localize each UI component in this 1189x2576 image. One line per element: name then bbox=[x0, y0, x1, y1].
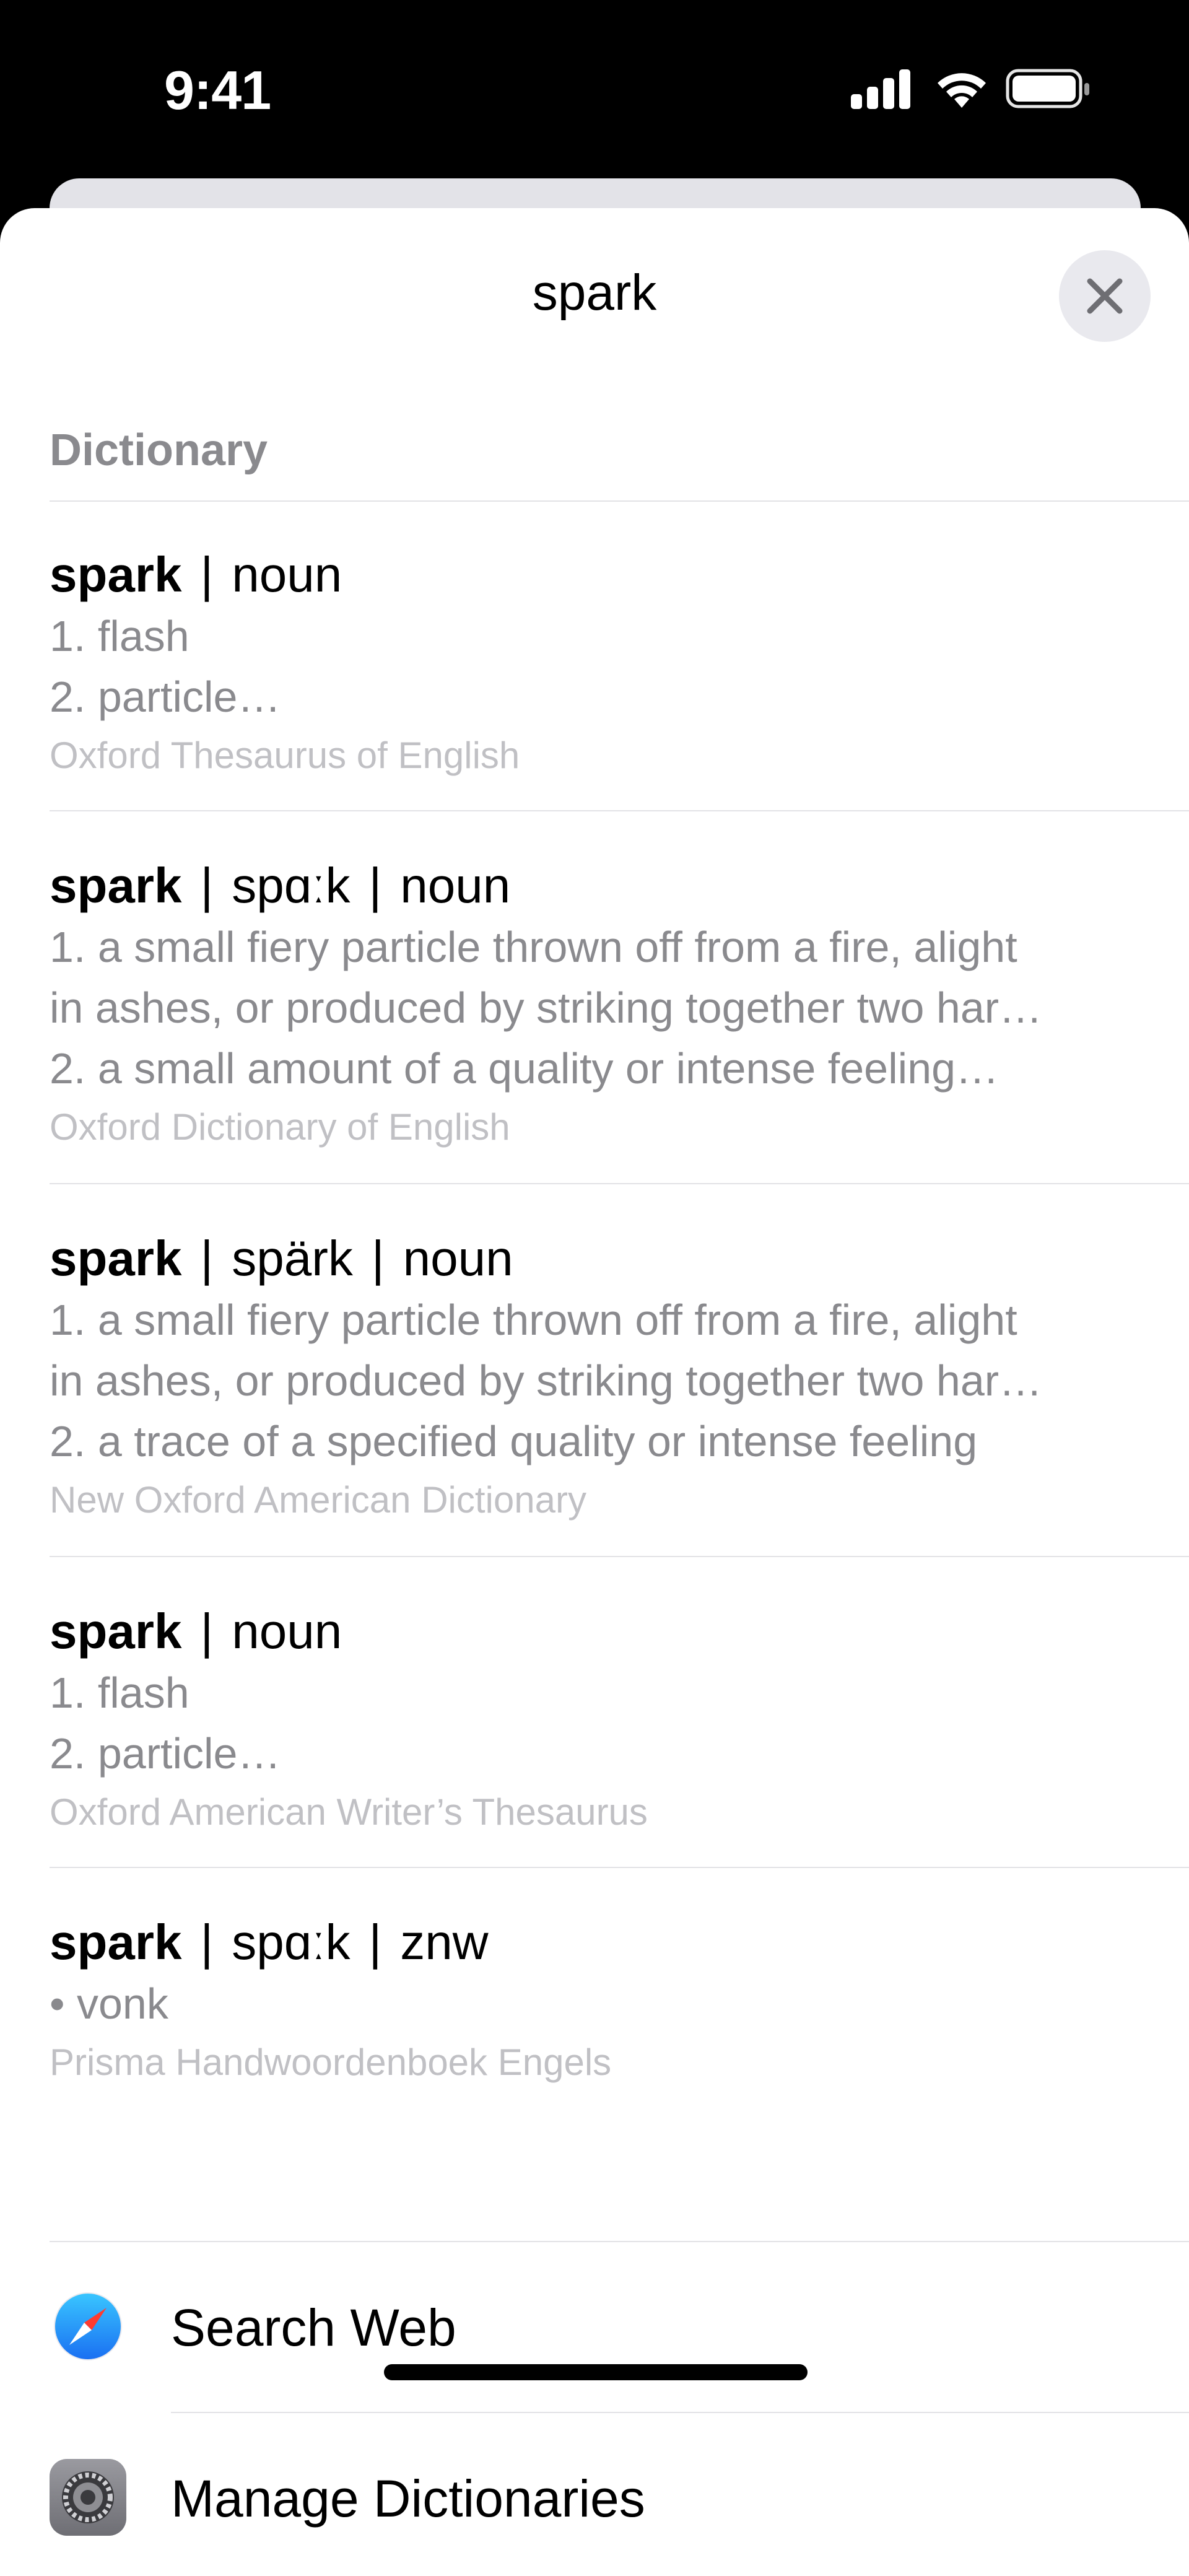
entry-pronunciation: spärk bbox=[232, 1231, 353, 1286]
manage-dictionaries-button[interactable]: Manage Dictionaries bbox=[50, 2413, 1189, 2576]
entry-pronunciation: spɑːk bbox=[232, 1915, 351, 1970]
battery-icon bbox=[1006, 69, 1089, 108]
cellular-signal-icon bbox=[851, 69, 910, 109]
entry-definition: 1. flash bbox=[50, 612, 189, 660]
sheet-title: spark bbox=[532, 264, 657, 321]
entry-definition: 2. particle… bbox=[50, 673, 281, 721]
entry-definition: 2. particle… bbox=[50, 1729, 281, 1778]
status-icons bbox=[851, 67, 1092, 110]
safari-compass-icon bbox=[50, 2288, 126, 2365]
entry-definition: 1. a small fiery particle thrown off fro… bbox=[50, 923, 1017, 971]
dictionary-entry[interactable]: spark | noun 1. flash 2. particle… Oxford … bbox=[50, 500, 1189, 811]
dictionary-entry[interactable]: spark | spɑːk | noun 1. a small fiery partic… bbox=[50, 811, 1189, 1184]
entry-pronunciation: spɑːk bbox=[232, 858, 351, 913]
close-icon bbox=[1087, 278, 1123, 314]
dictionary-entries: spark | noun 1. flash 2. particle… Oxford … bbox=[50, 500, 1189, 2128]
search-web-label: Search Web bbox=[171, 2299, 456, 2357]
entry-pos: noun bbox=[232, 1604, 342, 1659]
entry-definition: in ashes, or produced by striking togeth… bbox=[50, 1356, 1043, 1405]
entry-source: Prisma Handwoordenboek Engels bbox=[50, 2041, 612, 2083]
entry-headline: spark | noun bbox=[50, 547, 342, 602]
entry-word: spark bbox=[50, 858, 182, 913]
entry-headline: spark | spärk | noun bbox=[50, 1231, 513, 1286]
entry-definition: • vonk bbox=[50, 1980, 168, 2028]
entry-definition: 1. a small fiery particle thrown off fro… bbox=[50, 1296, 1017, 1344]
dictionary-entry[interactable]: spark | spärk | noun 1. a small fiery partic… bbox=[50, 1184, 1189, 1557]
entry-pos: noun bbox=[403, 1231, 513, 1286]
section-header-dictionary: Dictionary bbox=[50, 426, 268, 475]
search-web-button[interactable]: Search Web bbox=[50, 2242, 1189, 2409]
dictionary-entry[interactable]: spark | noun 1. flash 2. particle… Oxford … bbox=[50, 1557, 1189, 1868]
entry-word: spark bbox=[50, 1231, 182, 1286]
lookup-sheet: spark Dictionary spark | noun 1. flash 2. … bbox=[0, 208, 1189, 2576]
entry-headline: spark | spɑːk | znw bbox=[50, 1915, 489, 1970]
entry-pos: noun bbox=[400, 858, 511, 913]
dictionary-entry[interactable]: spark | spɑːk | znw • vonk Prisma Handwoorde… bbox=[50, 1868, 1189, 2128]
entry-word: spark bbox=[50, 1604, 182, 1659]
entry-pos: noun bbox=[232, 547, 342, 602]
entry-pos: znw bbox=[400, 1915, 489, 1970]
close-button[interactable] bbox=[1059, 250, 1151, 342]
entry-headline: spark | spɑːk | noun bbox=[50, 858, 511, 913]
manage-dictionaries-label: Manage Dictionaries bbox=[171, 2469, 645, 2528]
entry-source: Oxford Thesaurus of English bbox=[50, 735, 520, 776]
entry-headline: spark | noun bbox=[50, 1604, 342, 1659]
entry-definition: 2. a trace of a specified quality or int… bbox=[50, 1417, 978, 1465]
entry-source: Oxford Dictionary of English bbox=[50, 1106, 510, 1148]
entry-definition: 2. a small amount of a quality or intens… bbox=[50, 1044, 1000, 1093]
status-time: 9:41 bbox=[164, 59, 271, 121]
home-indicator[interactable] bbox=[384, 2364, 808, 2380]
screen: 9:41 spark Dictionary spark | noun 1. fl… bbox=[0, 0, 1189, 2576]
entry-source: New Oxford American Dictionary bbox=[50, 1479, 586, 1521]
entry-word: spark bbox=[50, 547, 182, 602]
wifi-icon bbox=[938, 73, 986, 108]
settings-gear-icon bbox=[50, 2459, 126, 2536]
entry-word: spark bbox=[50, 1915, 182, 1970]
entry-source: Oxford American Writer’s Thesaurus bbox=[50, 1791, 648, 1833]
entry-definition: 1. flash bbox=[50, 1669, 189, 1717]
entry-definition: in ashes, or produced by striking togeth… bbox=[50, 984, 1043, 1032]
